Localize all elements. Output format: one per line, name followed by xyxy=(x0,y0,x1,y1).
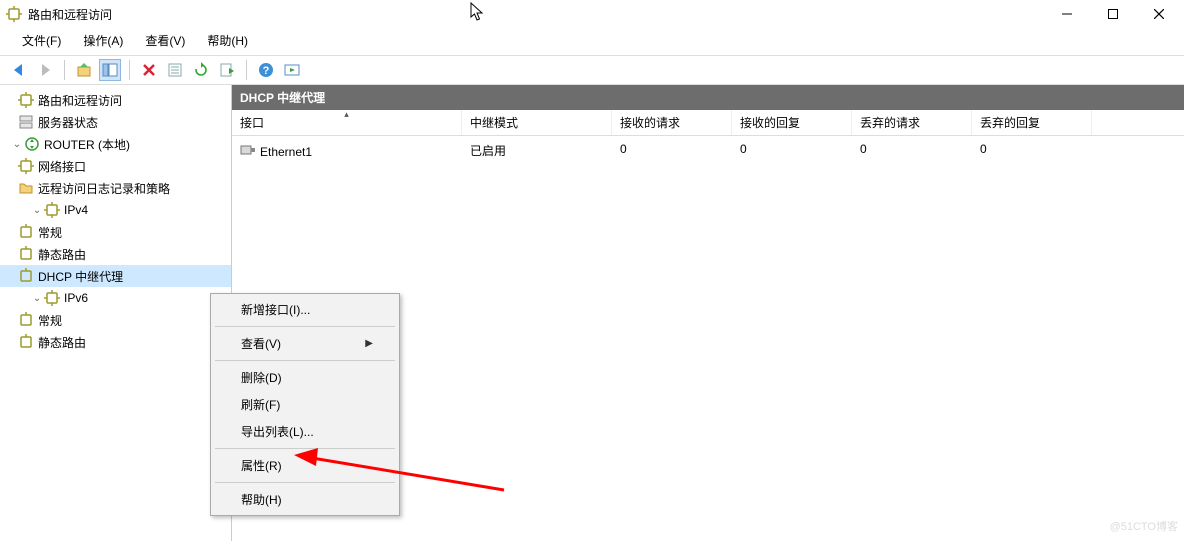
menu-separator xyxy=(215,448,395,449)
tree-dhcp-relay-label: DHCP 中继代理 xyxy=(38,268,123,285)
column-header-row: 接口▴ 中继模式 接收的请求 接收的回复 丢弃的请求 丢弃的回复 xyxy=(232,110,1184,136)
tree-network-interfaces[interactable]: 网络接口 xyxy=(0,155,231,177)
folder-icon xyxy=(18,180,34,196)
menu-view[interactable]: 查看(V) xyxy=(141,30,189,51)
toolbar: ? xyxy=(0,55,1184,85)
tree-ipv6[interactable]: ⌄ IPv6 xyxy=(0,287,231,309)
navigation-tree[interactable]: 路由和远程访问 服务器状态 ⌄ ROUTER (本地) 网络接口 远程访问日志记录… xyxy=(0,85,232,541)
tree-ipv6-static[interactable]: 静态路由 xyxy=(0,331,231,353)
run-button[interactable] xyxy=(281,59,303,81)
cm-export[interactable]: 导出列表(L)... xyxy=(213,418,397,445)
rras-icon xyxy=(18,158,34,174)
sort-asc-icon: ▴ xyxy=(344,109,349,120)
column-req-recv[interactable]: 接收的请求 xyxy=(612,110,732,135)
rras-icon xyxy=(44,290,60,306)
tree-root[interactable]: 路由和远程访问 xyxy=(0,89,231,111)
tree-ipv4-label: IPv4 xyxy=(64,203,88,217)
tree-ipv4-static[interactable]: 静态路由 xyxy=(0,243,231,265)
tree-ipv4-dhcp-relay[interactable]: DHCP 中继代理 xyxy=(0,265,231,287)
column-interface[interactable]: 接口▴ xyxy=(232,110,462,135)
tree-ipv6-general[interactable]: 常规 xyxy=(0,309,231,331)
titlebar: 路由和远程访问 xyxy=(0,0,1184,28)
router-icon xyxy=(24,136,40,152)
refresh-button[interactable] xyxy=(190,59,212,81)
expander-icon[interactable]: ⌄ xyxy=(30,205,44,216)
svg-text:?: ? xyxy=(263,65,270,77)
context-menu: 新增接口(I)... 查看(V)▶ 删除(D) 刷新(F) 导出列表(L)...… xyxy=(210,293,400,516)
minimize-button[interactable] xyxy=(1044,0,1090,28)
tree-server-status[interactable]: 服务器状态 xyxy=(0,111,231,133)
watermark: @51CTO博客 xyxy=(1110,518,1178,534)
column-req-discard[interactable]: 丢弃的请求 xyxy=(852,110,972,135)
close-button[interactable] xyxy=(1136,0,1182,28)
cm-view[interactable]: 查看(V)▶ xyxy=(213,330,397,357)
cursor-icon xyxy=(470,2,486,24)
column-resp-recv[interactable]: 接收的回复 xyxy=(732,110,852,135)
menu-separator xyxy=(215,326,395,327)
app-icon xyxy=(6,6,22,22)
rras-icon xyxy=(18,224,34,240)
cell-req-recv: 0 xyxy=(612,138,732,165)
column-resp-discard[interactable]: 丢弃的回复 xyxy=(972,110,1092,135)
menu-separator xyxy=(215,360,395,361)
back-button[interactable] xyxy=(8,59,30,81)
cell-resp-recv: 0 xyxy=(732,138,852,165)
menu-action[interactable]: 操作(A) xyxy=(79,30,127,51)
expander-icon[interactable]: ⌄ xyxy=(10,139,24,150)
rras-icon xyxy=(18,268,34,284)
rras-icon xyxy=(18,246,34,262)
cm-new-interface[interactable]: 新增接口(I)... xyxy=(213,296,397,323)
server-icon xyxy=(18,114,34,130)
expander-icon[interactable]: ⌄ xyxy=(30,293,44,304)
maximize-button[interactable] xyxy=(1090,0,1136,28)
up-button[interactable] xyxy=(73,59,95,81)
cell-req-discard: 0 xyxy=(852,138,972,165)
tree-log-label: 远程访问日志记录和策略 xyxy=(38,180,170,197)
toolbar-separator xyxy=(129,60,130,80)
rras-icon xyxy=(18,312,34,328)
rras-icon xyxy=(18,92,34,108)
show-hide-tree-button[interactable] xyxy=(99,59,121,81)
menubar: 文件(F) 操作(A) 查看(V) 帮助(H) xyxy=(0,28,1184,55)
toolbar-separator xyxy=(246,60,247,80)
menu-help[interactable]: 帮助(H) xyxy=(203,30,252,51)
tree-server-status-label: 服务器状态 xyxy=(38,114,98,131)
tree-ipv4[interactable]: ⌄ IPv4 xyxy=(0,199,231,221)
cm-refresh[interactable]: 刷新(F) xyxy=(213,391,397,418)
nic-icon xyxy=(240,142,256,161)
cm-properties[interactable]: 属性(R) xyxy=(213,452,397,479)
tree-router[interactable]: ⌄ ROUTER (本地) xyxy=(0,133,231,155)
tree-ipv4-static-label: 静态路由 xyxy=(38,246,86,263)
tree-ipv4-general-label: 常规 xyxy=(38,224,62,241)
window-title: 路由和远程访问 xyxy=(28,6,1044,23)
tree-router-label: ROUTER (本地) xyxy=(44,136,130,153)
cell-resp-discard: 0 xyxy=(972,138,1092,165)
submenu-arrow-icon: ▶ xyxy=(365,338,373,349)
tree-root-label: 路由和远程访问 xyxy=(38,92,122,109)
menu-separator xyxy=(215,482,395,483)
tree-ipv6-label: IPv6 xyxy=(64,291,88,305)
rras-icon xyxy=(18,334,34,350)
rras-icon xyxy=(44,202,60,218)
tree-ipv6-static-label: 静态路由 xyxy=(38,334,86,351)
tree-remote-log[interactable]: 远程访问日志记录和策略 xyxy=(0,177,231,199)
tree-ipv4-general[interactable]: 常规 xyxy=(0,221,231,243)
tree-ipv6-general-label: 常规 xyxy=(38,312,62,329)
menu-file[interactable]: 文件(F) xyxy=(18,30,65,51)
tree-netif-label: 网络接口 xyxy=(38,158,86,175)
delete-button[interactable] xyxy=(138,59,160,81)
export-button[interactable] xyxy=(216,59,238,81)
table-row[interactable]: Ethernet1 已启用 0 0 0 0 xyxy=(232,136,1184,167)
column-relay-mode[interactable]: 中继模式 xyxy=(462,110,612,135)
cell-interface: Ethernet1 xyxy=(260,145,312,159)
cm-help[interactable]: 帮助(H) xyxy=(213,486,397,513)
properties-button[interactable] xyxy=(164,59,186,81)
forward-button[interactable] xyxy=(34,59,56,81)
panel-title: DHCP 中继代理 xyxy=(232,85,1184,110)
help-button[interactable]: ? xyxy=(255,59,277,81)
toolbar-separator xyxy=(64,60,65,80)
cm-delete[interactable]: 删除(D) xyxy=(213,364,397,391)
cell-relay-mode: 已启用 xyxy=(462,138,612,165)
